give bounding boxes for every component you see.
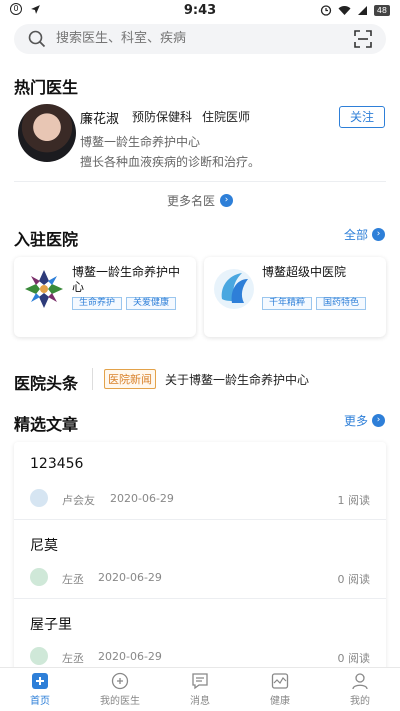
tab-home[interactable]: 首页: [0, 668, 80, 711]
articles-list: 123456 卢会友 2020-06-29 1 阅读 尼莫 左丞 2020-06…: [14, 442, 386, 682]
hospital-logo-icon: [214, 269, 254, 309]
chevron-right-icon: ›: [372, 414, 386, 427]
all-hospitals-link[interactable]: 全部 ›: [344, 226, 386, 243]
wifi-icon: [338, 5, 351, 15]
article-date: 2020-06-29: [98, 571, 162, 584]
status-right: 48: [320, 4, 390, 16]
article-title: 123456: [30, 456, 84, 472]
hot-doctors-title: 热门医生: [14, 78, 79, 97]
more-doctors-link[interactable]: 更多名医 ›: [0, 192, 400, 209]
divider: [14, 181, 386, 182]
search-input[interactable]: [56, 24, 336, 54]
hospital-name: 博鳌一龄生命养护中心: [72, 265, 181, 294]
headline-separator: [92, 368, 93, 390]
search-bar[interactable]: [14, 24, 386, 54]
tab-label: 健康: [270, 696, 290, 707]
article-reads: 1 阅读: [337, 494, 371, 507]
health-icon: [271, 673, 289, 689]
battery-indicator: 48: [373, 4, 390, 16]
doctor-department: 预防保健科: [132, 110, 193, 124]
tab-health[interactable]: 健康: [240, 668, 320, 711]
author-avatar: [30, 647, 48, 665]
tab-label: 我的: [350, 696, 370, 707]
doctor-hospital: 博鳌一龄生命养护中心: [80, 135, 201, 149]
tab-messages[interactable]: 消息: [160, 668, 240, 711]
hospital-tag: 关爱健康: [126, 297, 177, 310]
hospital-tag: 国药特色: [316, 297, 367, 310]
articles-title: 精选文章: [14, 415, 79, 434]
tab-label: 我的医生: [100, 696, 140, 707]
more-doctors-label: 更多名医: [166, 194, 215, 208]
home-icon: [32, 673, 48, 689]
scan-icon[interactable]: [354, 30, 372, 48]
article-reads: 0 阅读: [337, 573, 371, 586]
hospital-tag: 千年精粹: [262, 297, 313, 310]
article-item[interactable]: 123456 卢会友 2020-06-29 1 阅读: [14, 442, 386, 520]
search-icon: [28, 30, 46, 48]
tab-label: 首页: [30, 696, 50, 707]
hospital-logo-icon: [25, 270, 63, 308]
news-badge: 医院新闻: [104, 369, 156, 389]
doctor-name[interactable]: 廉花淑: [80, 108, 119, 127]
article-title: 尼莫: [30, 538, 58, 554]
author-avatar: [30, 489, 48, 507]
doctor-avatar[interactable]: [18, 104, 76, 162]
status-bar: 0 9:43 48: [0, 0, 400, 22]
bottom-tab-bar: 首页 我的医生 消息 健康 我的: [0, 667, 400, 711]
alarm-icon: [320, 5, 331, 16]
doctor-title: 住院医师: [202, 110, 251, 124]
chevron-right-icon: ›: [220, 194, 233, 207]
chevron-right-icon: ›: [372, 228, 386, 241]
profile-icon: [352, 673, 368, 690]
headlines-logo: 医院头条: [14, 374, 79, 393]
article-title: 屋子里: [30, 617, 72, 633]
article-author: 左丞: [62, 573, 84, 586]
article-date: 2020-06-29: [98, 650, 162, 663]
headline-news-item[interactable]: 关于博鳌一龄生命养护中心: [165, 371, 309, 388]
hospital-name: 博鳌超级中医院: [262, 265, 347, 279]
all-hospitals-label: 全部: [344, 228, 369, 242]
more-articles-link[interactable]: 更多 ›: [344, 412, 386, 429]
article-author: 左丞: [62, 652, 84, 665]
hospital-tag: 生命养护: [72, 297, 123, 310]
tab-label: 消息: [190, 696, 210, 707]
signal-icon: [357, 5, 367, 15]
doctor-icon: [111, 672, 129, 690]
article-reads: 0 阅读: [337, 652, 371, 665]
article-date: 2020-06-29: [110, 492, 174, 505]
more-articles-label: 更多: [344, 414, 369, 428]
hospitals-title: 入驻医院: [14, 230, 79, 249]
doctor-description: 擅长各种血液疾病的诊断和治疗。: [80, 155, 261, 169]
follow-button[interactable]: 关注: [339, 106, 385, 128]
tab-my-doctor[interactable]: 我的医生: [80, 668, 160, 711]
article-author: 卢会友: [62, 494, 95, 507]
hospital-card[interactable]: 博鳌一龄生命养护中心 生命养护 关爱健康: [14, 257, 196, 337]
message-icon: [192, 673, 208, 690]
author-avatar: [30, 568, 48, 586]
hospital-card[interactable]: 博鳌超级中医院 千年精粹 国药特色: [204, 257, 386, 337]
hospital-tags: 生命养护 关爱健康: [72, 297, 177, 310]
hospital-tags: 千年精粹 国药特色: [262, 297, 367, 310]
article-item[interactable]: 尼莫 左丞 2020-06-29 0 阅读: [14, 521, 386, 599]
tab-profile[interactable]: 我的: [320, 668, 400, 711]
